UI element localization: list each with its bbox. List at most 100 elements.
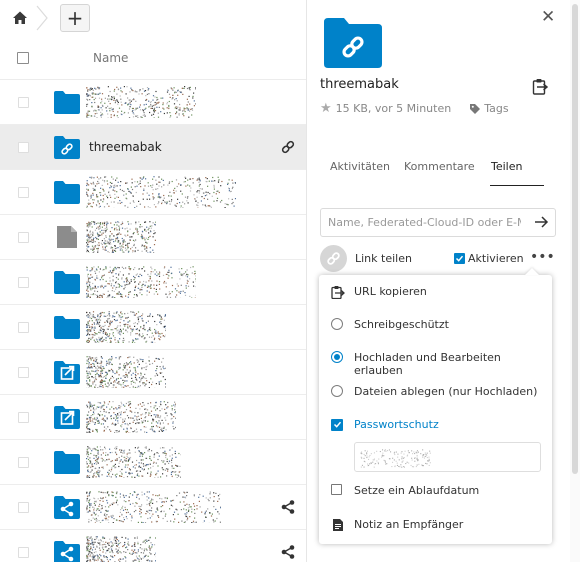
tags-button[interactable]: Tags [469, 102, 509, 115]
share-icon[interactable] [280, 499, 296, 515]
menu-item-expiration[interactable]: Setze ein Ablaufdatum [319, 476, 552, 506]
select-all-checkbox[interactable] [17, 52, 29, 64]
menu-item-file-drop[interactable]: Dateien ablegen (nur Hochladen) [319, 377, 552, 407]
menu-item-note[interactable]: Notiz an Empfänger [319, 510, 552, 540]
redacted-file-name [86, 356, 166, 388]
file-row[interactable] [0, 350, 306, 395]
link-icon[interactable] [280, 139, 296, 155]
close-icon[interactable]: ✕ [541, 7, 555, 27]
redacted-file-name [86, 266, 196, 298]
folder-icon [54, 91, 80, 114]
row-checkbox[interactable] [18, 142, 29, 153]
arrow-right-icon[interactable] [533, 214, 549, 230]
file-list-header: Name [0, 36, 306, 80]
clipboard-icon [331, 286, 345, 299]
redacted-file-name [86, 221, 156, 253]
row-checkbox[interactable] [18, 187, 29, 198]
file-row[interactable] [0, 395, 306, 440]
row-checkbox[interactable] [18, 97, 29, 108]
active-tab-indicator [490, 185, 544, 186]
activate-link-checkbox[interactable]: Aktivieren [454, 252, 524, 265]
folder-shared-icon [54, 496, 80, 519]
menu-label-note: Notiz an Empfänger [354, 518, 464, 531]
menu-label-file-drop: Dateien ablegen (nur Hochladen) [354, 385, 538, 398]
file-name[interactable]: threemabak [89, 140, 162, 154]
popover-caret [525, 268, 539, 275]
password-input[interactable] [354, 442, 541, 472]
password-value-redacted [360, 449, 431, 468]
share-link-menu: URL kopieren Schreibgeschützt Hochladen … [319, 268, 552, 544]
breadcrumb: + [0, 0, 306, 36]
scrollbar[interactable] [570, 0, 580, 562]
menu-item-password[interactable]: Passwortschutz [319, 410, 552, 440]
menu-label-upload-edit: Hochladen und Bearbeiten erlauben [354, 351, 501, 377]
radio-selected-icon [331, 351, 345, 365]
radio-icon [331, 385, 345, 399]
row-checkbox[interactable] [18, 277, 29, 288]
checkbox-checked-icon [454, 253, 465, 264]
name-column-header[interactable]: Name [93, 51, 128, 65]
link-icon [327, 252, 340, 265]
row-checkbox[interactable] [18, 367, 29, 378]
file-list-panel: + Name threemabak [0, 0, 307, 562]
menu-label-copy-url: URL kopieren [354, 285, 427, 298]
file-row[interactable] [0, 260, 306, 305]
home-icon[interactable] [12, 10, 28, 26]
row-checkbox[interactable] [18, 502, 29, 513]
new-button[interactable]: + [60, 4, 90, 32]
row-checkbox[interactable] [18, 412, 29, 423]
share-search-input[interactable] [321, 209, 521, 236]
menu-item-copy-url[interactable]: URL kopieren [319, 277, 552, 307]
menu-item-upload-edit[interactable]: Hochladen und Bearbeiten erlauben [319, 343, 552, 377]
breadcrumb-separator-icon [36, 5, 48, 31]
file-row[interactable] [0, 485, 306, 530]
file-row[interactable] [0, 530, 306, 562]
row-checkbox[interactable] [18, 322, 29, 333]
folder-icon [54, 181, 80, 204]
file-row[interactable] [0, 440, 306, 485]
file-row[interactable] [0, 215, 306, 260]
file-row[interactable] [0, 170, 306, 215]
menu-label-expiration: Setze ein Ablaufdatum [354, 484, 480, 497]
file-list-rows: threemabak [0, 80, 306, 562]
tab-activity[interactable]: Aktivitäten [330, 160, 390, 173]
redacted-file-name [86, 311, 166, 343]
menu-label-password: Passwortschutz [354, 418, 439, 431]
folder-shared-icon [54, 541, 80, 562]
more-options-button[interactable]: ••• [530, 249, 555, 265]
file-meta: ★ 15 KB, vor 5 Minuten Tags [320, 101, 509, 116]
share-link-label: Link teilen [355, 252, 412, 265]
folder-external-icon [54, 406, 80, 429]
row-checkbox[interactable] [18, 547, 29, 558]
checkbox-checked-icon [331, 418, 345, 432]
row-checkbox[interactable] [18, 232, 29, 243]
folder-external-icon [54, 361, 80, 384]
tab-sharing[interactable]: Teilen [491, 160, 522, 173]
scrollbar-thumb[interactable] [572, 4, 578, 474]
menu-item-read-only[interactable]: Schreibgeschützt [319, 310, 552, 340]
redacted-file-name [86, 446, 181, 478]
clipboard-icon[interactable] [532, 78, 548, 96]
redacted-file-name [86, 176, 236, 208]
redacted-file-name [86, 401, 176, 433]
activate-label: Aktivieren [468, 252, 524, 265]
file-row[interactable] [0, 305, 306, 350]
tab-comments[interactable]: Kommentare [404, 160, 475, 173]
row-checkbox[interactable] [18, 457, 29, 468]
link-avatar [320, 245, 347, 272]
checkbox-icon [331, 484, 345, 498]
redacted-file-name [86, 491, 221, 523]
tag-icon [470, 103, 481, 114]
star-icon[interactable]: ★ [320, 101, 332, 116]
share-icon[interactable] [280, 544, 296, 560]
file-size-time: 15 KB, vor 5 Minuten [335, 102, 452, 115]
redacted-file-name [86, 536, 156, 562]
folder-link-icon [54, 136, 80, 159]
redacted-file-name [86, 86, 196, 118]
new-button-label: + [66, 6, 84, 30]
share-link-row: Link teilen Aktivieren ••• [320, 245, 556, 273]
file-icon [57, 226, 77, 248]
file-row[interactable] [0, 80, 306, 125]
sidebar-file-name: threemabak [320, 77, 399, 92]
file-row[interactable]: threemabak [0, 125, 306, 170]
